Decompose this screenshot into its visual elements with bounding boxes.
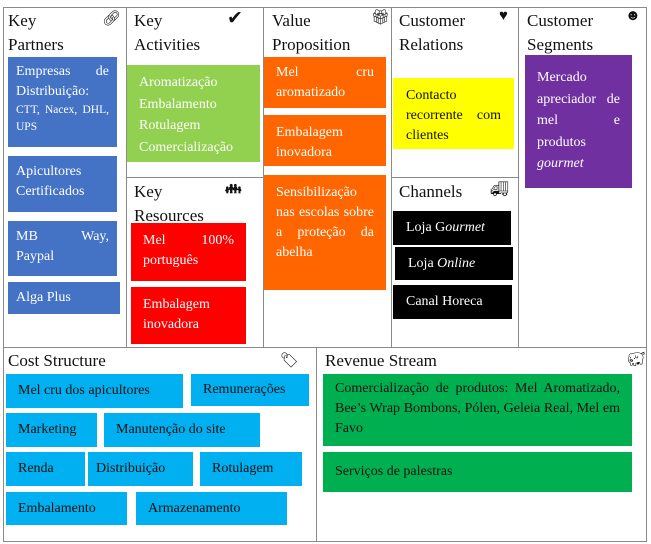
link-icon: 🔗︎ xyxy=(102,11,122,27)
value-proposition-title: Value Proposition xyxy=(272,11,351,54)
partner-card: Empresas de Distribuição: CTT, Nacex, DHL… xyxy=(8,57,117,147)
piggy-bank-icon: 🐖︎ xyxy=(627,352,647,368)
segment-card: Mercado apreciador de mel e produtos gou… xyxy=(525,55,632,188)
gift-icon: 🎁︎ xyxy=(371,10,391,26)
checkmark-icon: ✔ xyxy=(227,8,243,29)
cost-item: Armazenamento xyxy=(136,492,287,525)
divider xyxy=(391,177,518,178)
cost-item: Marketing xyxy=(6,413,97,447)
value-card: Embalagem inovadora xyxy=(264,115,386,166)
border-top xyxy=(3,7,647,8)
divider xyxy=(518,7,519,348)
people-icon: 👪︎ xyxy=(225,181,242,196)
divider xyxy=(3,347,647,348)
revenue-item: Comercialização de produtos: Mel Aromati… xyxy=(323,374,632,446)
value-card: Mel cru aromatizado xyxy=(264,57,386,108)
cost-structure-title: Cost Structure xyxy=(8,351,106,370)
cost-item: Embalamento xyxy=(6,492,127,525)
partner-card: MB Way, Paypal xyxy=(8,221,117,276)
divider xyxy=(316,347,317,542)
activities-card: Aromatização Embalamento Rotulagem Comercia… xyxy=(127,65,260,162)
revenue-stream-title: Revenue Stream xyxy=(325,351,437,370)
cost-item: Renda xyxy=(6,452,85,486)
cost-item: Mel cru dos apicultores xyxy=(6,374,183,408)
relations-card: Contacto recorrente com clientes xyxy=(393,78,514,149)
border-left xyxy=(3,7,4,542)
channels-title: Channels xyxy=(399,182,463,201)
customer-relations-title: Customer Relations xyxy=(399,11,466,54)
divider xyxy=(126,177,263,178)
revenue-item: Serviços de palestras xyxy=(323,452,632,492)
channel-card: Loja Online xyxy=(395,247,513,280)
cost-item: Manutenção do site xyxy=(104,413,260,447)
cost-item: Distribuição xyxy=(88,452,193,486)
channel-card: Canal Horeca xyxy=(393,285,512,319)
customer-segments-title: Customer Segments xyxy=(527,11,594,54)
key-partners-title: Key Partners xyxy=(8,11,64,54)
border-bottom xyxy=(3,541,647,542)
cost-item: Rotulagem xyxy=(200,452,302,486)
truck-icon: 🚚︎ xyxy=(490,182,510,198)
heart-icon: ♥ xyxy=(499,8,508,24)
border-right xyxy=(646,7,647,542)
channel-card: Loja Gourmet xyxy=(393,211,511,245)
smiley-icon: ☻ xyxy=(625,8,641,24)
resource-card: Embalagem inovadora xyxy=(131,287,246,344)
cost-item: Remunerações xyxy=(191,374,309,406)
key-activities-title: Key Activities xyxy=(134,11,201,54)
value-card: Sensibilização nas escolas sobre a prote… xyxy=(264,175,386,290)
partner-card: Alga Plus xyxy=(8,282,120,314)
tag-icon: 🏷︎ xyxy=(280,353,300,369)
key-resources-title: Key Resources xyxy=(134,182,204,225)
resource-card: Mel 100% português xyxy=(131,223,246,281)
partner-card: Apicultores Certificados xyxy=(8,156,117,212)
